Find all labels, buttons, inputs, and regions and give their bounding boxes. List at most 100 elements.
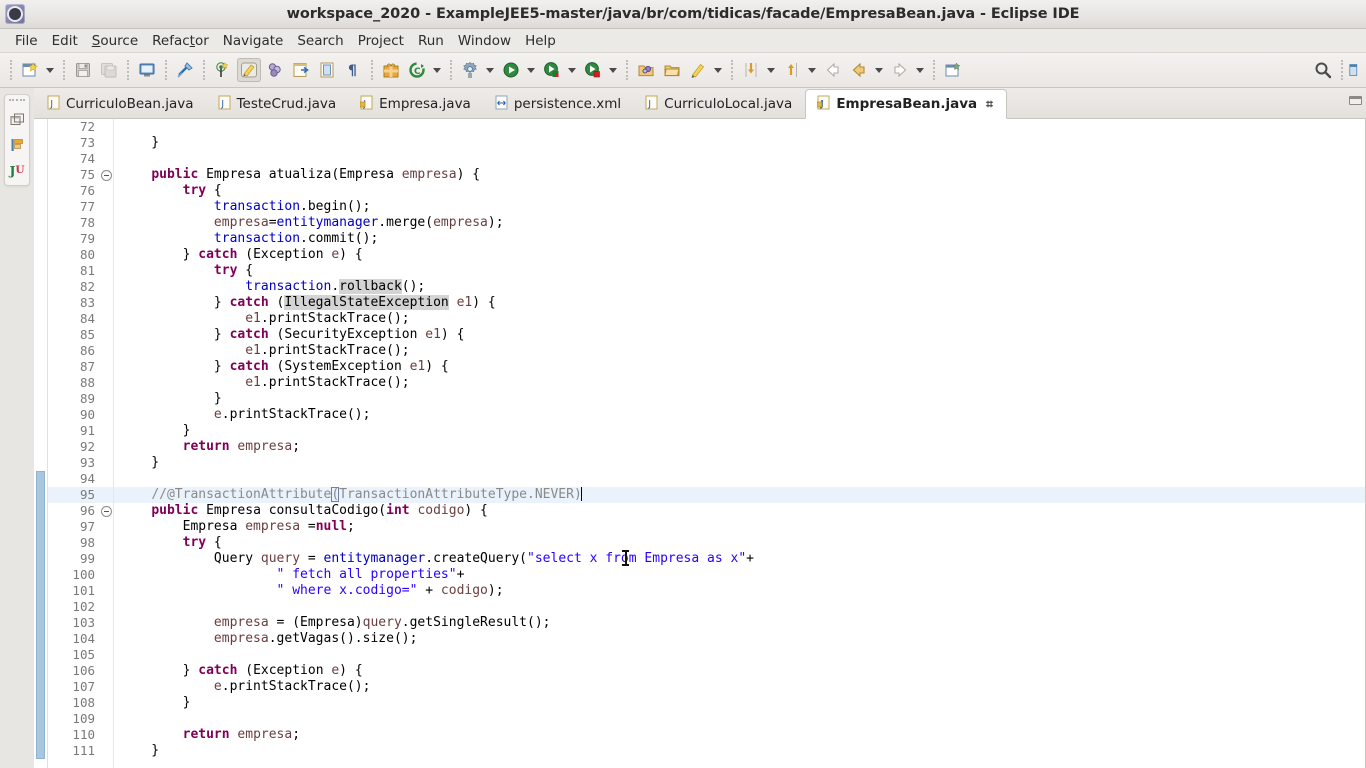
code-line[interactable]: e1.printStackTrace(); [114,311,1366,327]
code-line[interactable]: } [114,743,1366,759]
code-line[interactable]: Query query = entitymanager.createQuery(… [114,551,1366,567]
code-line[interactable]: } catch (SystemException e1) { [114,359,1366,375]
code-line[interactable]: " where x.codigo=" + codigo); [114,583,1366,599]
debug-icon[interactable] [540,58,564,82]
code-text-area[interactable]: } public Empresa atualiza(Empresa empres… [114,119,1366,768]
new-wizard-icon[interactable] [18,58,42,82]
folding-ruler[interactable] [100,119,114,768]
fold-collapse-icon[interactable] [100,503,113,519]
code-line[interactable]: try { [114,183,1366,199]
tab-empresa-java[interactable]: J Empresa.java [349,89,484,118]
tab-persistence-xml[interactable]: persistence.xml [484,89,634,118]
code-line[interactable]: transaction.commit(); [114,231,1366,247]
back-dropdown-arrow[interactable] [872,59,885,81]
code-line[interactable] [114,711,1366,727]
menu-item-search[interactable]: Search [290,31,350,51]
open-type-icon[interactable] [315,58,339,82]
run-icon[interactable] [499,58,523,82]
code-line[interactable]: } catch (IllegalStateException e1) { [114,295,1366,311]
code-line[interactable] [114,151,1366,167]
open-resource-icon[interactable] [634,58,658,82]
code-line[interactable]: try { [114,263,1366,279]
code-line[interactable] [114,647,1366,663]
build-dropdown-arrow[interactable] [483,59,496,81]
forward-dropdown-arrow[interactable] [913,59,926,81]
code-line[interactable]: } [114,455,1366,471]
update-project-icon[interactable]: C [405,58,429,82]
save-icon[interactable] [71,58,95,82]
code-line[interactable]: } catch (Exception e) { [114,247,1366,263]
rail-drag-handle[interactable] [9,99,25,103]
code-line[interactable]: return empresa; [114,439,1366,455]
menu-item-run[interactable]: Run [411,31,451,51]
code-editor[interactable]: 72 73 74 75 76 77 78 79 80 81 82 83 84 85 86 87 88 89 90 91… [34,119,1366,768]
step-over-icon[interactable] [780,58,804,82]
search-type-icon[interactable] [263,58,287,82]
outline-icon[interactable] [7,136,27,154]
tab-curriculobean-java[interactable]: J CurriculoBean.java [36,89,207,118]
update-dropdown-arrow[interactable] [430,59,443,81]
code-line[interactable]: e1.printStackTrace(); [114,343,1366,359]
minimize-icon[interactable] [1349,96,1362,105]
coverage-icon[interactable] [581,58,605,82]
code-line[interactable] [114,119,1366,135]
annotation-ruler[interactable] [34,119,48,768]
tab-empresabean-java[interactable]: J EmpresaBean.java ⌗ [805,89,1007,119]
new-package-gift-icon[interactable] [379,58,403,82]
menu-item-navigate[interactable]: Navigate [216,31,291,51]
step-over-dropdown-arrow[interactable] [805,59,818,81]
package-explorer-icon[interactable] [7,111,27,129]
link-with-editor-icon[interactable] [289,58,313,82]
code-line[interactable]: transaction.rollback(); [114,279,1366,295]
open-console-icon[interactable] [135,58,159,82]
code-line[interactable] [114,471,1366,487]
code-line[interactable]: empresa = (Empresa)query.getSingleResult… [114,615,1366,631]
coverage-dropdown-arrow[interactable] [606,59,619,81]
code-line[interactable]: e.printStackTrace(); [114,407,1366,423]
close-icon[interactable]: ⌗ [986,97,993,112]
code-line[interactable]: e.printStackTrace(); [114,679,1366,695]
code-line[interactable]: } [114,423,1366,439]
code-line[interactable] [114,599,1366,615]
pilcrow-icon[interactable]: ¶ [341,58,365,82]
run-dropdown-arrow[interactable] [524,59,537,81]
tab-testecrud-java[interactable]: J TesteCrud.java [207,89,350,118]
forward-icon[interactable] [888,58,912,82]
code-line[interactable]: } catch (SecurityException e1) { [114,327,1366,343]
perspective-icon[interactable] [1349,58,1363,82]
new-window-icon[interactable] [941,58,965,82]
toggle-breakpoint-icon[interactable] [173,58,197,82]
save-all-icon[interactable] [97,58,121,82]
toggle-mark-occurrences-icon[interactable] [237,58,261,82]
tab-curriculolocal-java[interactable]: J CurriculoLocal.java [634,89,805,118]
new-dropdown-arrow[interactable] [43,59,56,81]
menu-item-edit[interactable]: Edit [45,31,85,51]
code-line[interactable]: Empresa empresa =null; [114,519,1366,535]
edit-dropdown-arrow[interactable] [711,59,724,81]
code-line[interactable]: transaction.begin(); [114,199,1366,215]
code-line[interactable]: empresa=entitymanager.merge(empresa); [114,215,1366,231]
code-line[interactable]: try { [114,535,1366,551]
open-folder-icon[interactable] [660,58,684,82]
code-line[interactable]: " fetch all properties"+ [114,567,1366,583]
search-icon[interactable] [1311,58,1335,82]
back-icon[interactable] [821,58,845,82]
code-line[interactable]: empresa.getVagas().size(); [114,631,1366,647]
new-java-package-icon[interactable] [211,58,235,82]
code-line[interactable]: //@TransactionAttribute(TransactionAttri… [114,487,1366,503]
code-line[interactable]: e1.printStackTrace(); [114,375,1366,391]
code-line[interactable]: } [114,695,1366,711]
menu-item-file[interactable]: File [8,31,45,51]
code-line[interactable]: } catch (Exception e) { [114,663,1366,679]
edit-icon[interactable] [686,58,710,82]
code-line[interactable]: } [114,135,1366,151]
fold-collapse-icon[interactable] [100,167,113,183]
menu-item-source[interactable]: Source [85,31,145,51]
back-history-icon[interactable] [847,58,871,82]
menu-item-help[interactable]: Help [518,31,563,51]
menu-item-project[interactable]: Project [351,31,411,51]
code-line[interactable]: return empresa; [114,727,1366,743]
menu-item-window[interactable]: Window [451,31,518,51]
step-into-dropdown-arrow[interactable] [764,59,777,81]
debug-dropdown-arrow[interactable] [565,59,578,81]
